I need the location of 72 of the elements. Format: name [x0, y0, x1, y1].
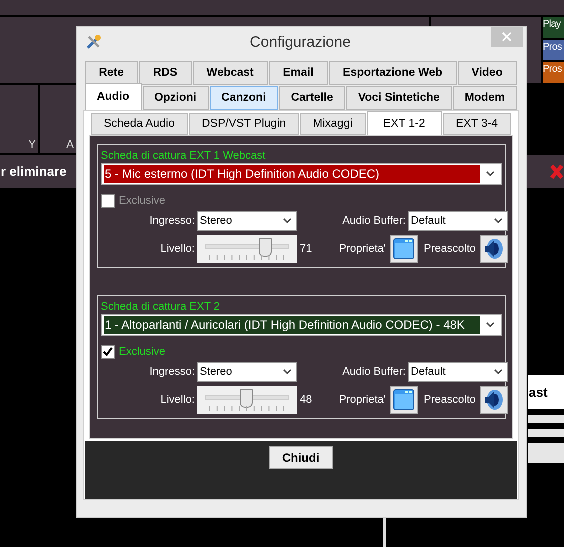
slider-thumb[interactable]	[259, 238, 272, 257]
tab[interactable]: RDS	[139, 61, 192, 85]
level-slider[interactable]	[197, 386, 297, 414]
level-label: Livello:	[160, 243, 196, 255]
input-dropdown[interactable]: Stereo	[197, 362, 297, 382]
tab[interactable]: Opzioni	[142, 86, 209, 110]
chevron-down-icon	[486, 322, 495, 328]
device-dropdown[interactable]: 1 - Altoparlanti / Auricolari (IDT High Definition Audio CODEC) - 48K	[101, 314, 502, 336]
chevron-down-icon	[494, 369, 503, 375]
window-icon	[393, 389, 416, 411]
close-dialog-button[interactable]: Chiudi	[269, 446, 333, 469]
exclusive-label: Exclusive	[119, 346, 166, 358]
properties-label: Proprieta'	[339, 243, 388, 255]
preview-label: Preascolto	[424, 243, 477, 255]
tile[interactable]: Pros	[543, 62, 564, 84]
tab[interactable]: Video	[458, 61, 517, 85]
group-title: Scheda di cattura EXT 2	[101, 300, 222, 314]
close-icon	[502, 32, 512, 42]
chevron-down-icon	[283, 218, 292, 224]
chevron-down-icon	[283, 369, 292, 375]
chevron-down-icon	[494, 218, 503, 224]
properties-button[interactable]	[390, 386, 418, 414]
speaker-icon	[483, 238, 505, 260]
input-label: Ingresso:	[148, 215, 196, 227]
level-label: Livello:	[160, 394, 196, 406]
tab[interactable]: Webcast	[192, 61, 268, 85]
exclusive-label: Exclusive	[119, 195, 166, 207]
speaker-icon	[483, 389, 505, 411]
subtab[interactable]: DSP/VST Plugin	[188, 113, 300, 135]
input-label: Ingresso:	[148, 366, 196, 378]
subtab[interactable]: Mixaggi	[300, 113, 366, 135]
level-reading: 48	[299, 394, 314, 406]
tab[interactable]: Email	[269, 61, 328, 85]
window-title: Configurazione	[250, 34, 351, 50]
window-icon	[393, 238, 416, 260]
column-header: Y	[28, 139, 36, 151]
tile[interactable]: Play	[543, 17, 564, 38]
level-reading: 71	[299, 243, 314, 255]
tab[interactable]: Audio	[85, 83, 142, 110]
subtab[interactable]: EXT 3-4	[442, 113, 511, 135]
exclusive-checkbox[interactable]	[101, 194, 115, 208]
tools-icon	[86, 34, 102, 50]
side-panel-text: ast	[529, 384, 548, 400]
slider-thumb[interactable]	[240, 389, 254, 408]
subtab[interactable]: EXT 1-2	[366, 111, 442, 135]
buffer-label: Audio Buffer:	[342, 215, 407, 227]
close-icon[interactable]	[550, 164, 564, 180]
device-dropdown[interactable]: 5 - Mic estermo (IDT High Definition Audio CODEC)	[101, 163, 502, 185]
buffer-dropdown[interactable]: Default	[408, 211, 508, 231]
checkmark-icon	[103, 347, 113, 357]
preview-label: Preascolto	[424, 394, 477, 406]
level-slider[interactable]	[197, 235, 297, 263]
properties-button[interactable]	[390, 235, 418, 263]
tab[interactable]: Voci Sintetiche	[346, 86, 452, 110]
group-title: Scheda di cattura EXT 1 Webcast	[101, 149, 267, 163]
tile[interactable]: Pros	[543, 40, 564, 60]
chevron-down-icon	[486, 171, 495, 177]
subtab[interactable]: Scheda Audio	[91, 113, 188, 135]
tab[interactable]: Esportazione Web	[328, 61, 457, 85]
buffer-label: Audio Buffer:	[342, 366, 407, 378]
tab[interactable]: Modem	[452, 86, 518, 110]
input-dropdown[interactable]: Stereo	[197, 211, 297, 231]
tab[interactable]: Canzoni	[210, 86, 278, 110]
column-header: A	[66, 139, 74, 151]
tab[interactable]: Cartelle	[279, 86, 346, 110]
exclusive-checkbox[interactable]	[101, 345, 115, 359]
tab[interactable]: Rete	[85, 61, 138, 85]
buffer-dropdown[interactable]: Default	[408, 362, 508, 382]
preview-button[interactable]	[480, 386, 508, 414]
preview-button[interactable]	[480, 235, 508, 263]
banner-text: r eliminare	[0, 164, 67, 179]
properties-label: Proprieta'	[339, 394, 388, 406]
